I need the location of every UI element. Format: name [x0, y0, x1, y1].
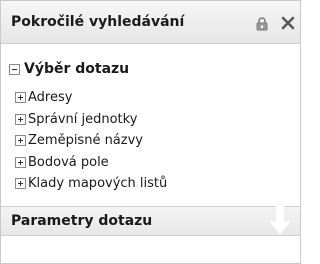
tree-item-spravni-jednotky[interactable]: Správní jednotky	[15, 109, 167, 131]
collapse-icon[interactable]	[9, 63, 20, 75]
tree-item-label: Bodová pole	[28, 154, 109, 170]
query-selection-node[interactable]: Výběr dotazu	[9, 61, 129, 77]
tree-item-zemepisne-nazvy[interactable]: Zeměpisné názvy	[15, 130, 167, 152]
tree-item-klady-mapovych-listu[interactable]: Klady mapových listů	[15, 173, 167, 195]
expand-icon[interactable]	[15, 113, 26, 125]
tree-item-label: Adresy	[28, 90, 73, 106]
close-icon[interactable]	[280, 15, 296, 31]
arrow-down-icon[interactable]	[269, 203, 291, 237]
query-parameters-title: Parametry dotazu	[11, 213, 153, 229]
expand-icon[interactable]	[15, 178, 26, 190]
expand-icon[interactable]	[15, 92, 26, 104]
expand-icon[interactable]	[15, 135, 26, 147]
tree-item-bodova-pole[interactable]: Bodová pole	[15, 152, 167, 174]
tree-item-adresy[interactable]: Adresy	[15, 87, 167, 109]
query-selection-title: Výběr dotazu	[24, 61, 130, 77]
query-parameters-header[interactable]: Parametry dotazu	[1, 203, 300, 237]
panel-title: Pokročilé vyhledávání	[11, 14, 185, 30]
panel-header: Pokročilé vyhledávání	[1, 1, 300, 44]
expand-icon[interactable]	[15, 156, 26, 168]
lock-icon[interactable]	[255, 16, 269, 31]
tree-item-label: Klady mapových listů	[28, 176, 168, 192]
query-parameters-content	[1, 236, 300, 263]
tree-item-label: Správní jednotky	[28, 111, 138, 127]
advanced-search-panel: Pokročilé vyhledávání Výběr dotazu Adres…	[0, 0, 301, 264]
query-tree: Adresy Správní jednotky Zeměpisné názvy …	[15, 87, 167, 195]
tree-item-label: Zeměpisné názvy	[28, 133, 143, 149]
